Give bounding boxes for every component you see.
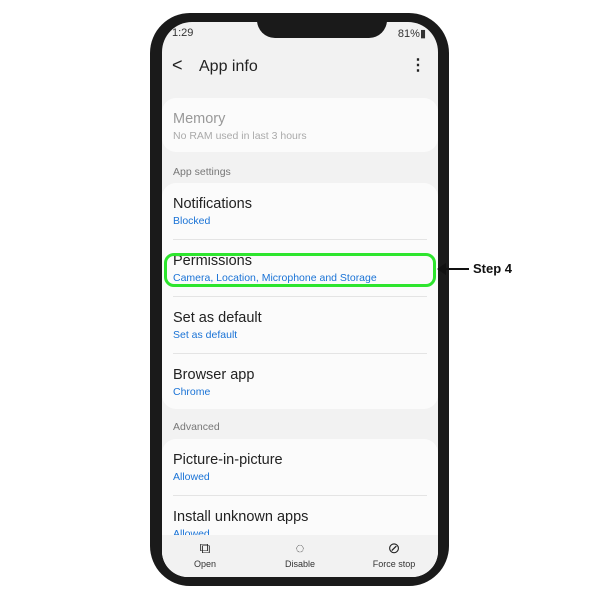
stop-circle-icon: ⊘ — [387, 540, 401, 557]
pip-item[interactable]: Picture-in-picture Allowed — [173, 452, 283, 483]
item-subtitle: Chrome — [173, 386, 211, 398]
disable-button[interactable]: ◌ Disable — [260, 539, 340, 569]
arrow-left-icon — [437, 263, 469, 275]
section-app-settings: App settings — [173, 166, 231, 178]
page-title: App info — [199, 58, 258, 75]
item-title: Set as default — [173, 310, 262, 326]
set-as-default-item[interactable]: Set as default Set as default — [173, 310, 262, 341]
dotted-circle-icon: ◌ — [295, 540, 305, 557]
notch — [257, 22, 387, 38]
memory-subtitle: No RAM used in last 3 hours — [173, 130, 307, 142]
open-external-icon: ⧉ — [199, 540, 211, 557]
section-advanced: Advanced — [173, 421, 220, 433]
divider — [173, 495, 427, 496]
memory-item[interactable]: Memory No RAM used in last 3 hours — [173, 111, 307, 142]
step-label: Step 4 — [473, 261, 513, 276]
chevron-left-icon[interactable]: < — [172, 55, 183, 76]
memory-title: Memory — [173, 111, 226, 127]
item-title: Install unknown apps — [173, 509, 309, 525]
status-time: 1:29 — [172, 27, 194, 39]
item-subtitle: Blocked — [173, 215, 211, 227]
item-title: Browser app — [173, 367, 255, 383]
disable-label: Disable — [284, 559, 315, 569]
notifications-item[interactable]: Notifications Blocked — [173, 196, 252, 227]
screen: 1:29 81%▮ < App info ⋮ Memory No RAM use… — [162, 22, 438, 577]
status-battery: 81%▮ — [398, 27, 426, 40]
force-stop-label: Force stop — [372, 559, 416, 569]
divider — [173, 353, 427, 354]
item-subtitle: Allowed — [173, 471, 210, 483]
item-title: Picture-in-picture — [173, 452, 283, 468]
battery-text: 81% — [397, 28, 420, 40]
battery-icon: ▮ — [419, 28, 426, 40]
item-subtitle: Set as default — [173, 329, 238, 341]
divider — [173, 296, 427, 297]
more-vert-icon[interactable]: ⋮ — [410, 55, 426, 75]
force-stop-button[interactable]: ⊘ Force stop — [354, 539, 434, 569]
item-title: Notifications — [173, 196, 252, 212]
open-label: Open — [193, 559, 217, 569]
highlight-box — [164, 253, 436, 287]
bottom-action-bar: ⧉ Open ◌ Disable ⊘ Force stop — [162, 535, 438, 577]
divider — [173, 239, 427, 240]
browser-app-item[interactable]: Browser app Chrome — [173, 367, 254, 398]
open-button[interactable]: ⧉ Open — [165, 539, 245, 569]
